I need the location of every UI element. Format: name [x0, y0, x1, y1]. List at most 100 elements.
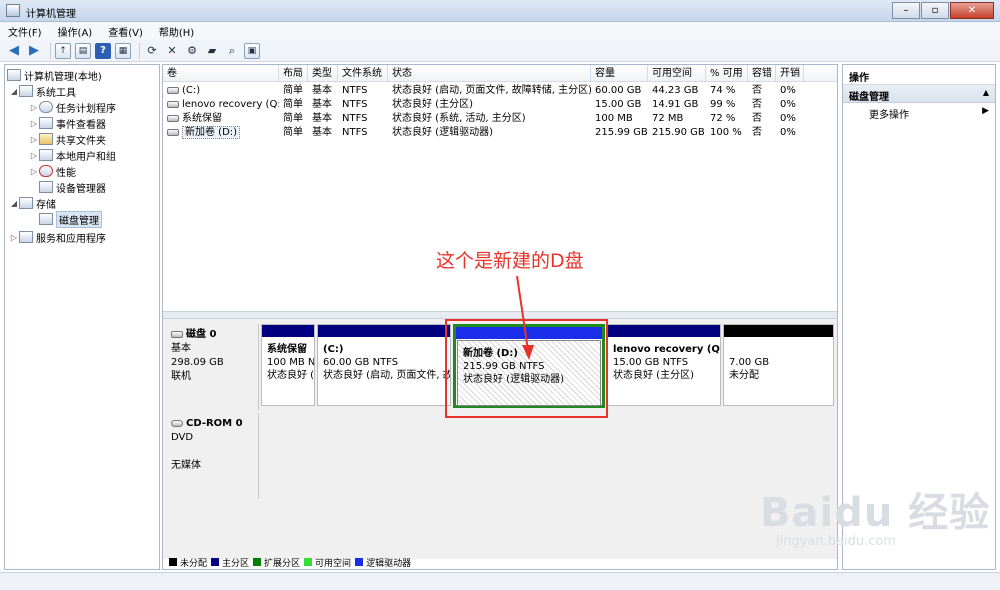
- collapse-icon[interactable]: ◢: [9, 199, 19, 208]
- expand-icon[interactable]: ▷: [9, 233, 19, 242]
- column-header-capacity[interactable]: 容量: [591, 65, 648, 82]
- disk-0-label[interactable]: 磁盘 0 基本 298.09 GB 联机: [163, 324, 259, 410]
- volume-cell: 系统保留: [163, 112, 279, 126]
- column-header-filesystem[interactable]: 文件系统: [338, 65, 388, 82]
- cdrom-area: [259, 413, 837, 499]
- column-header-free-space[interactable]: 可用空间: [648, 65, 706, 82]
- partition-status: 状态良好 (: [267, 370, 314, 381]
- expand-icon[interactable]: ▷: [29, 119, 39, 128]
- partition-name: (C:): [323, 344, 344, 355]
- open-folder-icon[interactable]: ▰: [204, 43, 220, 59]
- event-log-icon: [39, 117, 53, 129]
- table-row[interactable]: 系统保留 简单 基本 NTFS 状态良好 (系统, 活动, 主分区) 100 M…: [163, 112, 837, 126]
- table-row[interactable]: 新加卷 (D:) 简单 基本 NTFS 状态良好 (逻辑驱动器) 215.99 …: [163, 126, 837, 140]
- cdrom-type: DVD: [171, 432, 194, 443]
- status-cell: 状态良好 (主分区): [392, 99, 473, 110]
- disk-management-icon: [39, 213, 53, 225]
- folder-up-icon[interactable]: ↑: [55, 42, 71, 59]
- more-actions-item[interactable]: 更多操作 ▶: [843, 103, 995, 121]
- fault-tolerance-cell: 否: [752, 127, 762, 138]
- forward-arrow-icon[interactable]: ▶: [26, 43, 42, 59]
- actions-section-disk-management[interactable]: 磁盘管理 ▲: [843, 85, 995, 103]
- search-icon[interactable]: ⌕: [224, 43, 240, 59]
- column-header-type[interactable]: 类型: [308, 65, 338, 82]
- menu-help[interactable]: 帮助(H): [159, 24, 194, 39]
- menu-action[interactable]: 操作(A): [58, 24, 93, 39]
- help-icon[interactable]: ?: [95, 42, 111, 59]
- partition-d[interactable]: 新加卷 (D:) 215.99 GB NTFS 状态良好 (逻辑驱动器): [453, 324, 605, 408]
- expand-icon[interactable]: ▷: [29, 151, 39, 160]
- filesystem-cell: NTFS: [342, 113, 368, 124]
- status-cell: 状态良好 (系统, 活动, 主分区): [392, 113, 526, 124]
- volume-list-header: 卷 布局 类型 文件系统 状态 容量 可用空间 % 可用 容错 开销: [163, 65, 837, 82]
- disk-size: 298.09 GB: [171, 357, 224, 368]
- show-tree-icon[interactable]: ▤: [75, 42, 91, 59]
- cdrom-0-label[interactable]: CD-ROM 0 DVD 无媒体: [163, 413, 259, 499]
- settings-icon[interactable]: ⚙: [184, 43, 200, 59]
- tree-item-local-users[interactable]: ▷ 本地用户和组: [29, 147, 116, 163]
- percent-free-cell: 74 %: [710, 85, 736, 96]
- pane-splitter[interactable]: [163, 311, 837, 319]
- table-row[interactable]: (C:) 简单 基本 NTFS 状态良好 (启动, 页面文件, 故障转储, 主分…: [163, 84, 837, 98]
- properties-sheet-icon[interactable]: ▣: [244, 42, 260, 59]
- expand-icon[interactable]: ▷: [29, 135, 39, 144]
- column-header-volume[interactable]: 卷: [163, 65, 279, 82]
- maximize-button[interactable]: ▫: [921, 2, 949, 19]
- delete-icon[interactable]: ✕: [164, 43, 180, 59]
- logical-drive-bar: [456, 327, 602, 339]
- column-header-fault-tolerance[interactable]: 容错: [748, 65, 776, 82]
- tree-item-system-tools[interactable]: ◢ 系统工具: [9, 83, 76, 99]
- tree-item-shared-folders[interactable]: ▷ 共享文件夹: [29, 131, 106, 147]
- menu-view[interactable]: 查看(V): [108, 24, 143, 39]
- expand-icon[interactable]: ▷: [29, 167, 39, 176]
- collapse-up-icon[interactable]: ▲: [983, 88, 989, 97]
- partition-body: lenovo recovery (Q:) 15.00 GB NTFS 状态良好 …: [608, 337, 720, 382]
- partition-size: 60.00 GB NTFS: [323, 357, 399, 368]
- overhead-cell: 0%: [780, 113, 796, 124]
- window-title: 计算机管理: [26, 9, 76, 20]
- percent-free-cell: 72 %: [710, 113, 736, 124]
- partition-c[interactable]: (C:) 60.00 GB NTFS 状态良好 (启动, 页面文件, 故: [317, 324, 451, 406]
- legend-swatch-primary: [211, 558, 220, 566]
- percent-free-cell: 99 %: [710, 99, 736, 110]
- disk-graphical-view: 磁盘 0 基本 298.09 GB 联机 系统保留 100 MB N 状态良好 …: [163, 319, 837, 559]
- collapse-icon[interactable]: ◢: [9, 87, 19, 96]
- table-row[interactable]: lenovo recovery (Q:) 简单 基本 NTFS 状态良好 (主分…: [163, 98, 837, 112]
- partition-status: 未分配: [729, 370, 759, 381]
- column-header-status[interactable]: 状态: [388, 65, 591, 82]
- tree-item-task-scheduler[interactable]: ▷ 任务计划程序: [29, 99, 116, 115]
- tree-item-event-viewer[interactable]: ▷ 事件查看器: [29, 115, 106, 131]
- column-header-layout[interactable]: 布局: [279, 65, 308, 82]
- tree-item-performance[interactable]: ▷ 性能: [29, 163, 76, 179]
- filesystem-cell: NTFS: [342, 99, 368, 110]
- back-arrow-icon[interactable]: ◀: [6, 43, 22, 59]
- unallocated-bar: [724, 325, 833, 337]
- tree-item-device-manager[interactable]: 设备管理器: [39, 179, 106, 195]
- menu-file[interactable]: 文件(F): [8, 24, 42, 39]
- partition-status: 状态良好 (启动, 页面文件, 故: [323, 370, 450, 381]
- tree-item-storage[interactable]: ◢ 存储: [9, 195, 56, 211]
- primary-partition-bar: [262, 325, 314, 337]
- close-button[interactable]: ✕: [950, 2, 994, 19]
- services-icon: [19, 231, 33, 243]
- partition-name: 新加卷 (D:): [463, 348, 518, 359]
- status-cell: 状态良好 (启动, 页面文件, 故障转储, 主分区): [392, 85, 591, 96]
- tree-item-root[interactable]: 计算机管理(本地): [7, 67, 102, 83]
- tree-item-disk-management[interactable]: 磁盘管理: [39, 210, 102, 228]
- refresh-icon[interactable]: ⟳: [144, 43, 160, 59]
- column-header-overhead[interactable]: 开销: [776, 65, 804, 82]
- legend-swatch-extended: [253, 558, 262, 566]
- partition-q[interactable]: lenovo recovery (Q:) 15.00 GB NTFS 状态良好 …: [607, 324, 721, 406]
- partition-unallocated[interactable]: 7.00 GB 未分配: [723, 324, 834, 406]
- tree-item-services-apps[interactable]: ▷ 服务和应用程序: [9, 229, 106, 245]
- title-bar: 计算机管理 – ▫ ✕: [0, 0, 1000, 22]
- properties-icon[interactable]: ▦: [115, 42, 131, 59]
- fault-tolerance-cell: 否: [752, 99, 762, 110]
- layout-cell: 简单: [283, 127, 303, 138]
- expand-icon[interactable]: ▷: [29, 103, 39, 112]
- partition-system-reserved[interactable]: 系统保留 100 MB N 状态良好 (: [261, 324, 315, 406]
- column-header-percent-free[interactable]: % 可用: [706, 65, 748, 82]
- filesystem-cell: NTFS: [342, 85, 368, 96]
- volume-name: lenovo recovery (Q:): [182, 99, 279, 110]
- minimize-button[interactable]: –: [892, 2, 920, 19]
